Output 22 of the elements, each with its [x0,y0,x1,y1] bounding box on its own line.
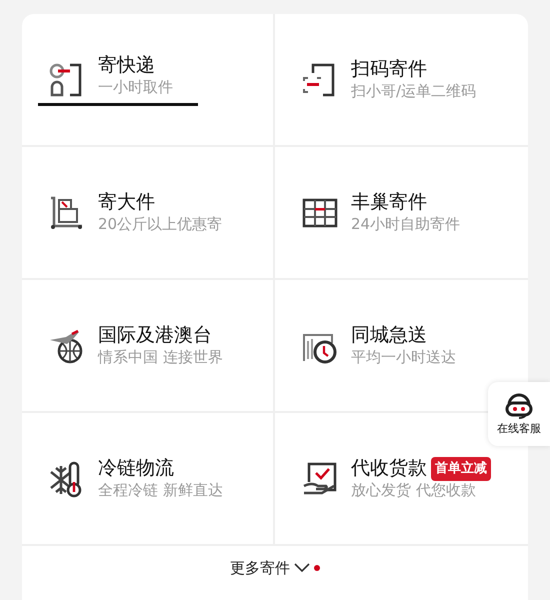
service-title[interactable]: 扫码寄件 [351,57,427,82]
service-title[interactable]: 国际及港澳台 [98,323,212,348]
service-subtitle: 20公斤以上优惠寄 [98,215,222,235]
service-title[interactable]: 丰巢寄件 [351,190,427,216]
support-label: 在线客服 [497,420,541,437]
service-title[interactable]: 冷链物流 [98,456,174,482]
service-subtitle: 平均一小时送达 [351,348,456,368]
headset-icon [504,390,534,419]
service-title[interactable]: 寄大件 [98,190,155,216]
service-subtitle: 全程冷链 新鲜直达 [98,481,223,501]
service-subtitle: 扫小哥/运单二维码 [351,82,476,102]
promo-badge: 首单立减 [431,457,491,480]
service-subtitle: 24小时自助寄件 [351,215,460,235]
service-subtitle: 情系中国 连接世界 [98,348,223,368]
service-subtitle: 放心发货 代您收款 [351,481,477,501]
service-title[interactable]: 寄快递 [98,52,155,78]
chevron-down-icon[interactable] [294,563,310,573]
service-title[interactable]: 同城急送 [351,323,427,348]
more-link[interactable]: 更多寄件 [230,556,290,580]
support-button[interactable]: 在线客服 [488,382,550,446]
service-title[interactable]: 代收货款 [351,456,427,482]
service-subtitle: 一小时取件 [98,78,174,98]
